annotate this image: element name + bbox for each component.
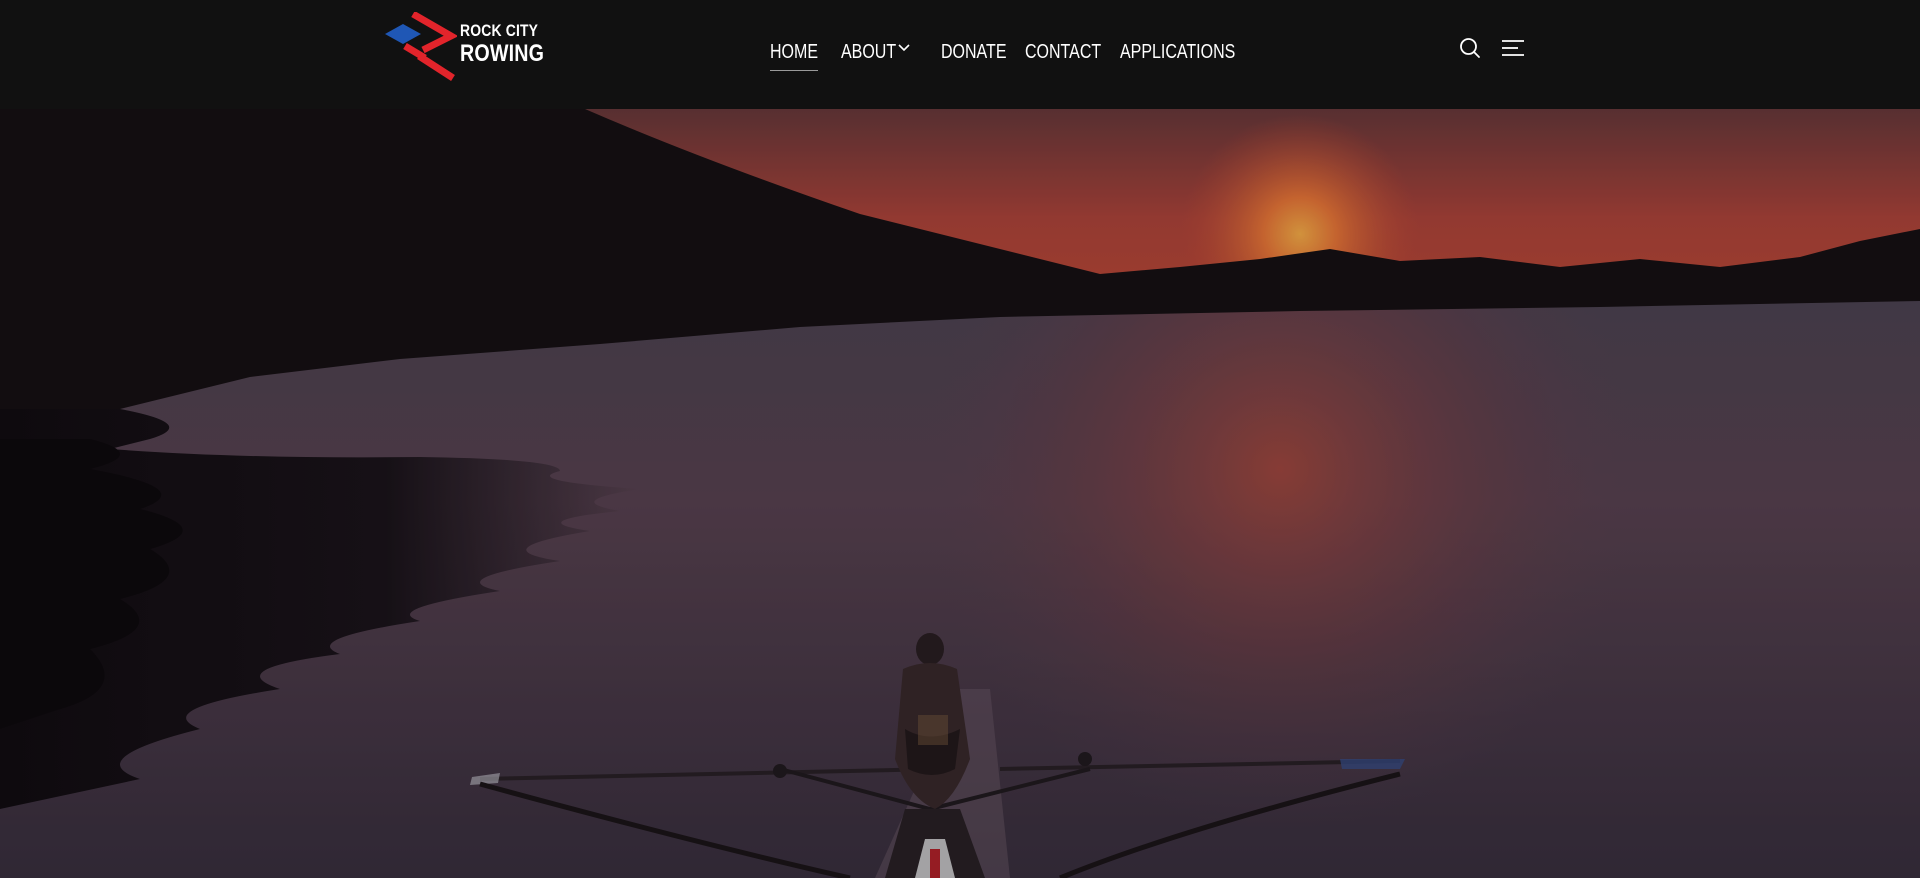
nav-applications[interactable]: APPLICATIONS (1120, 37, 1235, 67)
nav-home-label: HOME (770, 41, 818, 63)
menu-lines-icon[interactable] (1500, 36, 1528, 60)
chevron-down-icon[interactable] (897, 40, 911, 52)
hero-sunset-scene (0, 109, 1920, 878)
nav-applications-label: APPLICATIONS (1120, 41, 1236, 63)
logo-line2: ROWING (460, 40, 545, 67)
logo-text: ROCK CITY ROWING (460, 22, 544, 66)
nav-active-underline (770, 70, 818, 71)
site-header: ROCK CITY ROWING HOME ABOUT DONATE CONTA… (0, 0, 1920, 109)
logo-mark-icon (385, 12, 457, 81)
search-icon[interactable] (1458, 36, 1484, 60)
nav-donate[interactable]: DONATE (941, 37, 1006, 67)
site-logo[interactable]: ROCK CITY ROWING (383, 12, 544, 82)
nav-about-label: ABOUT (841, 41, 897, 63)
nav-contact-label: CONTACT (1025, 41, 1102, 63)
nav-home[interactable]: HOME (770, 37, 818, 71)
nav-about[interactable]: ABOUT (841, 37, 896, 67)
logo-line1: ROCK CITY (460, 21, 539, 40)
hero-video-background (0, 109, 1920, 878)
nav-donate-label: DONATE (941, 41, 1007, 63)
nav-contact[interactable]: CONTACT (1025, 37, 1101, 67)
